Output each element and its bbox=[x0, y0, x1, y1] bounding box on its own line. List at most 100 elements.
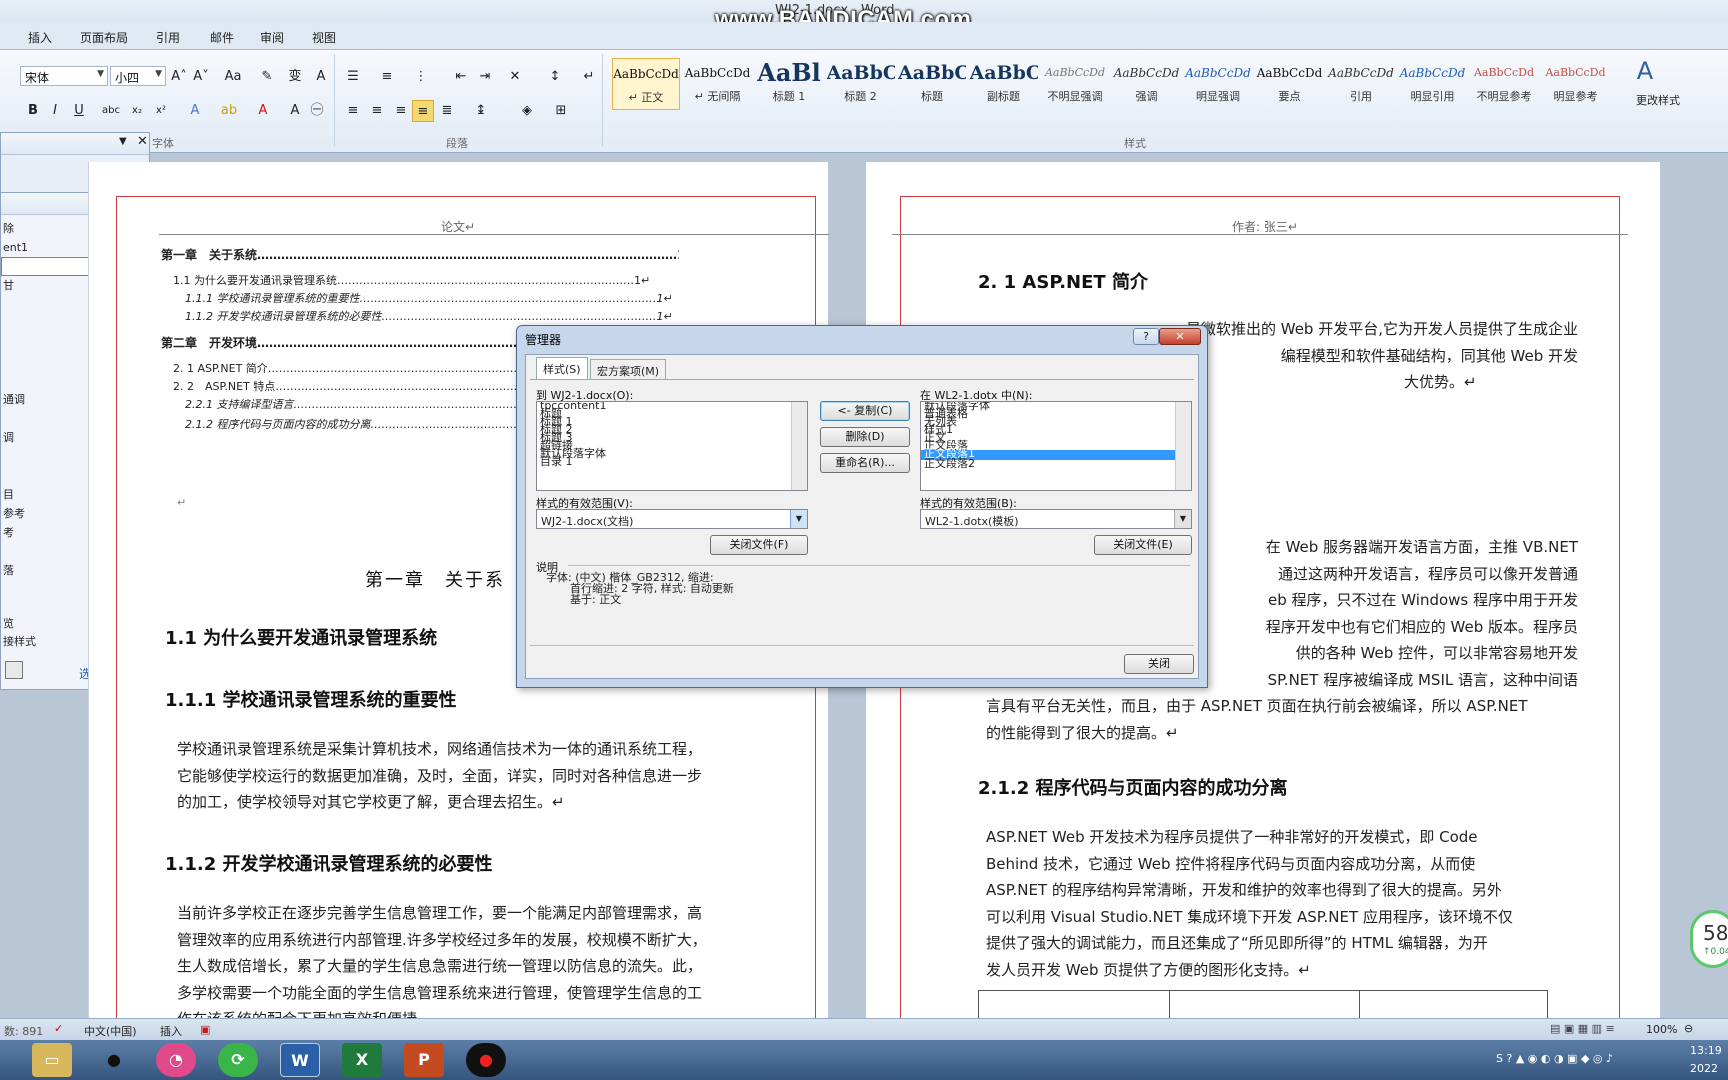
close-file-left-button[interactable]: 关闭文件(F) bbox=[710, 535, 808, 555]
view-buttons-icon[interactable]: ▤ ▣ ▦ ▥ ≡ bbox=[1550, 1022, 1615, 1035]
list-item[interactable]: 标题 3 bbox=[537, 432, 807, 443]
tab-view[interactable]: 视图 bbox=[312, 29, 336, 46]
style-tile[interactable]: AaBbCcDd 明显强调 bbox=[1184, 58, 1252, 110]
justify-icon[interactable]: ≡ bbox=[412, 100, 434, 122]
spellcheck-icon[interactable]: ✓ bbox=[54, 1022, 63, 1035]
align-center-icon[interactable]: ≡ bbox=[366, 100, 388, 122]
style-tile[interactable]: AaBbC 标题 bbox=[898, 58, 966, 110]
close-icon[interactable]: ✕ bbox=[1159, 328, 1201, 345]
font-color-icon[interactable]: A bbox=[252, 100, 274, 122]
language[interactable]: 中文(中国) bbox=[84, 1023, 137, 1039]
word-icon[interactable]: W bbox=[280, 1043, 320, 1077]
scope-select-right[interactable]: WL2-1.dotx(模板) ▼ bbox=[920, 509, 1192, 529]
style-tile[interactable]: AaBbCcDd ↵ 无间隔 bbox=[684, 58, 752, 110]
multilevel-list-icon[interactable]: ⋮ bbox=[410, 66, 432, 88]
record-icon[interactable]: ● bbox=[466, 1043, 506, 1077]
scrollbar[interactable] bbox=[1175, 402, 1191, 490]
toc-entry[interactable]: 1.1.1 学校通讯录管理系统的重要性………………………………………………………… bbox=[185, 290, 679, 306]
style-tile[interactable]: AaBbCcDd ↵ 正文 bbox=[612, 58, 680, 110]
list-item[interactable]: tpccontent1 bbox=[537, 402, 807, 411]
macro-record-icon[interactable]: ▣ bbox=[200, 1023, 210, 1036]
text-effects-icon[interactable]: A bbox=[184, 100, 206, 122]
numbering-icon[interactable]: ≡ bbox=[376, 66, 398, 88]
style-tile[interactable]: AaBbC 副标题 bbox=[970, 58, 1038, 110]
style-tile[interactable]: AaBbC 标题 2 bbox=[827, 58, 895, 110]
list-item[interactable]: 正文段落2 bbox=[921, 458, 1191, 469]
tab-insert[interactable]: 插入 bbox=[28, 29, 52, 46]
phonetic-guide-icon[interactable]: 变 bbox=[284, 66, 306, 88]
style-tile[interactable]: AaBbCcDd 引用 bbox=[1327, 58, 1395, 110]
bold-icon[interactable]: B bbox=[22, 100, 44, 122]
bullets-icon[interactable]: ☰ bbox=[342, 66, 364, 88]
sort-icon[interactable]: ↕ bbox=[544, 66, 566, 88]
clock-time[interactable]: 13:19 bbox=[1690, 1044, 1722, 1057]
style-tile[interactable]: AaBbCcDd 强调 bbox=[1113, 58, 1181, 110]
tab-styles[interactable]: 样式(S) bbox=[536, 357, 588, 379]
style-tile[interactable]: AaBbCcDd 不明显参考 bbox=[1470, 58, 1538, 110]
borders-icon[interactable]: ⊞ bbox=[550, 100, 572, 122]
subscript-icon[interactable]: x₂ bbox=[126, 100, 148, 122]
strikethrough-icon[interactable]: abc bbox=[100, 100, 122, 122]
superscript-icon[interactable]: x² bbox=[150, 100, 172, 122]
toc-entry[interactable]: 第一章 关于系统……………………………………………………………………………………… bbox=[161, 246, 679, 263]
powerpoint-icon[interactable]: P bbox=[404, 1043, 444, 1077]
zoom-level[interactable]: 100% bbox=[1646, 1023, 1677, 1036]
delete-button[interactable]: 删除(D) bbox=[820, 427, 910, 447]
left-style-list[interactable]: tpccontent1 标题 标题 1 标题 2 标题 3 超链接 默认段落字体 目录 1 bbox=[536, 401, 808, 491]
show-marks-icon[interactable]: ↵ bbox=[578, 66, 600, 88]
close-icon[interactable]: ✕ bbox=[137, 134, 148, 149]
shrink-font-icon[interactable]: A˅ bbox=[190, 66, 212, 88]
preview-label[interactable]: 览 bbox=[3, 615, 14, 631]
char-border-icon[interactable]: A bbox=[310, 66, 332, 88]
qq-icon[interactable]: ● bbox=[94, 1043, 134, 1077]
toc-entry[interactable]: 1.1.2 开发学校通讯录管理系统的必要性…………………………………………………… bbox=[185, 308, 679, 324]
word-count[interactable]: 数: 891 bbox=[4, 1023, 43, 1039]
list-item[interactable]: 普通表格 bbox=[921, 408, 1191, 419]
italic-icon[interactable]: I bbox=[44, 100, 66, 122]
tray-icons[interactable]: S ? ▲ ◉ ◐ ◑ ▣ ◆ ◎ ♪ bbox=[1496, 1052, 1613, 1065]
chinese-layout-icon[interactable]: ✕ bbox=[504, 66, 526, 88]
clock-date[interactable]: 2022 bbox=[1690, 1062, 1718, 1075]
toc-entry[interactable]: 1.1 为什么要开发通讯录管理系统……………………………………………………………… bbox=[173, 272, 679, 288]
shading-icon[interactable]: ◈ bbox=[516, 100, 538, 122]
tab-page-layout[interactable]: 页面布局 bbox=[80, 29, 128, 46]
style-tile[interactable]: AaBbCcDd 明显引用 bbox=[1399, 58, 1467, 110]
close-file-right-button[interactable]: 关闭文件(E) bbox=[1094, 535, 1192, 555]
list-item[interactable]: 标题 2 bbox=[537, 424, 807, 435]
file-explorer-icon[interactable]: ▭ bbox=[32, 1043, 72, 1077]
right-style-list[interactable]: 默认段落字体 普通表格 无列表 样式1 正文 正文段落 正文段落1 正文段落2 bbox=[920, 401, 1192, 491]
linked-styles-label[interactable]: 接样式 bbox=[3, 633, 36, 649]
line-spacing-icon[interactable]: ↨ bbox=[470, 100, 492, 122]
help-button[interactable]: ? bbox=[1133, 328, 1159, 345]
tab-references[interactable]: 引用 bbox=[156, 29, 180, 46]
align-right-icon[interactable]: ≡ bbox=[390, 100, 412, 122]
change-styles-icon[interactable]: A bbox=[1620, 59, 1670, 90]
app-icon[interactable]: ◔ bbox=[156, 1043, 196, 1077]
change-styles-label[interactable]: 更改样式 bbox=[1636, 92, 1680, 108]
style-tile[interactable]: AaBbCcDd 不明显强调 bbox=[1041, 58, 1109, 110]
grow-font-icon[interactable]: A˄ bbox=[168, 66, 190, 88]
style-tile[interactable]: AaBbCcDd 要点 bbox=[1256, 58, 1324, 110]
new-style-icon[interactable] bbox=[5, 661, 23, 679]
underline-icon[interactable]: U bbox=[68, 100, 90, 122]
scope-select-left[interactable]: WJ2-1.docx(文档) ▼ bbox=[536, 509, 808, 529]
char-shading-icon[interactable]: A bbox=[284, 100, 306, 122]
copy-button[interactable]: <- 复制(C) bbox=[820, 401, 910, 421]
align-left-icon[interactable]: ≡ bbox=[342, 100, 364, 122]
style-tile[interactable]: AaBbCcDd 明显参考 bbox=[1542, 58, 1610, 110]
rename-button[interactable]: 重命名(R)... bbox=[820, 453, 910, 473]
change-case-icon[interactable]: Aa bbox=[222, 66, 244, 88]
list-item[interactable]: 默认段落字体 bbox=[537, 448, 807, 459]
decrease-indent-icon[interactable]: ⇤ bbox=[450, 66, 472, 88]
font-name-combo[interactable]: 宋体 ▼ bbox=[20, 66, 108, 86]
highlight-icon[interactable]: ab bbox=[218, 100, 240, 122]
tab-review[interactable]: 审阅 bbox=[260, 29, 284, 46]
scrollbar[interactable] bbox=[791, 402, 807, 490]
zoom-out-icon[interactable]: ⊖ bbox=[1684, 1022, 1693, 1035]
insert-mode[interactable]: 插入 bbox=[160, 1023, 182, 1039]
increase-indent-icon[interactable]: ⇥ bbox=[474, 66, 496, 88]
distributed-icon[interactable]: ≣ bbox=[436, 100, 458, 122]
font-size-combo[interactable]: 小四 ▼ bbox=[110, 66, 166, 86]
list-item[interactable]: 样式1 bbox=[921, 424, 1191, 435]
clear-format-icon[interactable]: ✎ bbox=[256, 66, 278, 88]
